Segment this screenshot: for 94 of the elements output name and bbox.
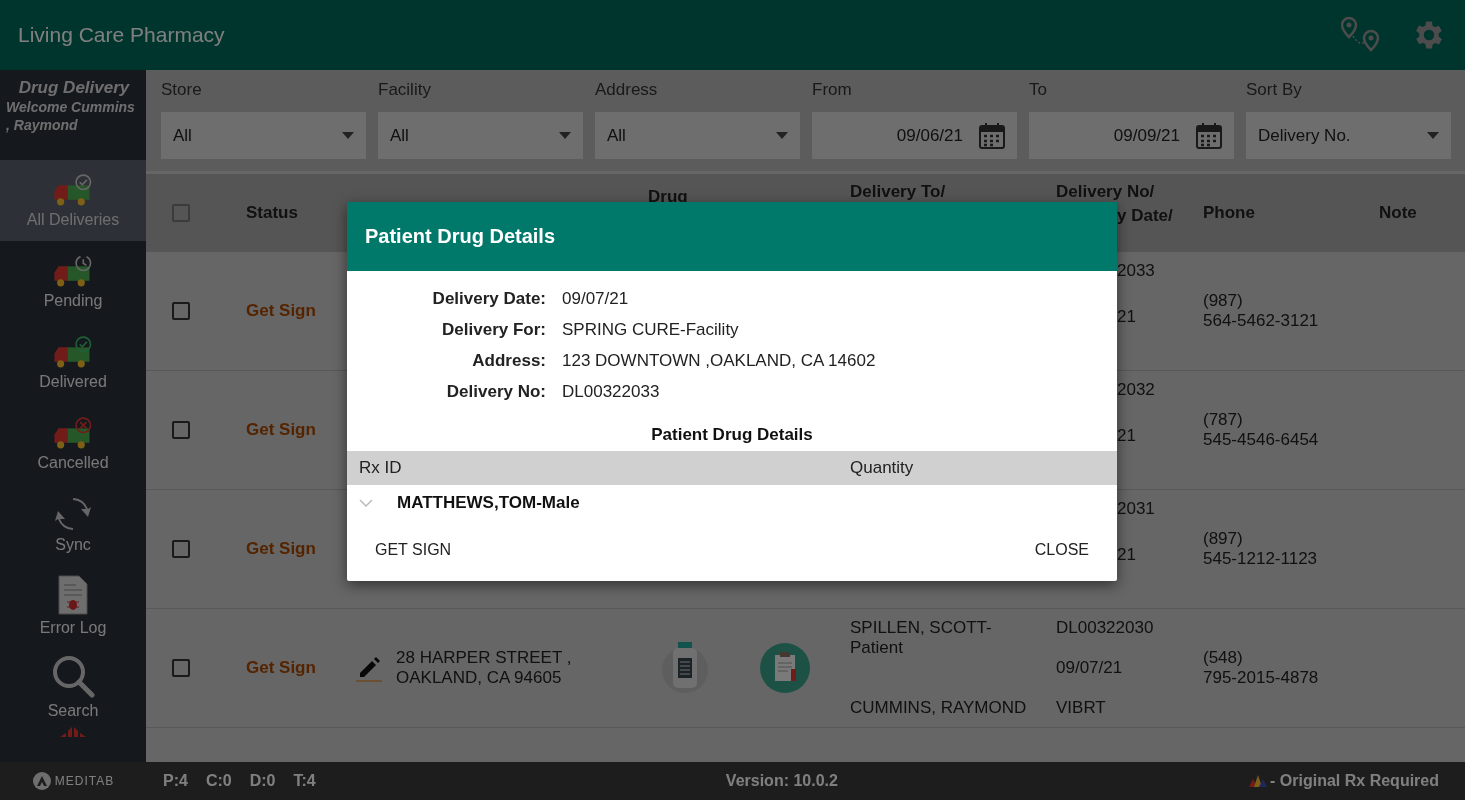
table-cell-text: VIBRT bbox=[1056, 698, 1107, 718]
field-label: Delivery Date: bbox=[431, 289, 546, 309]
filter-label: To bbox=[1029, 80, 1048, 100]
truck-icon bbox=[52, 415, 94, 450]
patient-name[interactable]: MATTHEWS,TOM-Male bbox=[397, 493, 580, 513]
field-value: 123 DOWNTOWN ,OAKLAND, CA 14602 bbox=[562, 351, 877, 371]
table-cell-text: 2031 bbox=[1117, 499, 1156, 519]
table-cell-text: DL00322030 bbox=[1056, 618, 1155, 638]
edit-icon[interactable] bbox=[356, 654, 382, 682]
sidebar-item[interactable]: All Deliveries bbox=[0, 160, 146, 241]
date-field[interactable]: 09/09/21 bbox=[1029, 112, 1234, 159]
bug-report-icon bbox=[57, 574, 89, 615]
section-title: Patient Drug Details bbox=[650, 424, 814, 446]
legend-label: - Original Rx Required bbox=[1270, 772, 1439, 790]
column-header: y Date/ bbox=[1116, 206, 1174, 226]
calendar-icon[interactable] bbox=[979, 122, 1005, 149]
caret-icon bbox=[559, 132, 571, 139]
dropdown-field[interactable]: All bbox=[161, 112, 366, 159]
table-cell-text: 21 bbox=[1117, 307, 1137, 328]
dropdown-field[interactable]: Delivery No. bbox=[1246, 112, 1451, 159]
count-label: D:0 bbox=[249, 772, 276, 790]
filter-label: From bbox=[812, 80, 853, 100]
caret-icon bbox=[776, 132, 788, 139]
count-label: C:0 bbox=[205, 772, 232, 790]
dropdown-field[interactable]: All bbox=[595, 112, 800, 159]
search-icon bbox=[51, 653, 95, 698]
field-label: Address: bbox=[471, 351, 546, 371]
sidebar-item[interactable]: Delivered bbox=[0, 322, 146, 403]
sidebar-item[interactable]: Search bbox=[0, 646, 146, 727]
caret-icon bbox=[1427, 132, 1439, 139]
pill-bottle-icon[interactable] bbox=[661, 642, 709, 694]
field-value: 09/07/21 bbox=[562, 289, 630, 309]
table-cell-text: 21 bbox=[1117, 426, 1137, 447]
truck-icon bbox=[52, 253, 94, 288]
brand-logo: MEDITAB bbox=[0, 771, 146, 791]
column-header: Delivery No/ bbox=[1056, 182, 1156, 202]
dialog-title: Patient Drug Details bbox=[347, 202, 1117, 271]
filter-label: Address bbox=[595, 80, 659, 100]
phone-cell-text: (548) 795-2015-4878 bbox=[1202, 648, 1320, 688]
truck-icon bbox=[52, 334, 94, 369]
sidebar-item[interactable]: Cancelled bbox=[0, 403, 146, 484]
filter-label: Facility bbox=[378, 80, 432, 100]
sidebar-item[interactable]: Error Log bbox=[0, 565, 146, 646]
get-sign-link[interactable]: Get Sign bbox=[220, 301, 340, 321]
welcome-text: Welcome Cummins , Raymond bbox=[6, 98, 136, 134]
phone-cell-text: (787) 545-4546-6454 bbox=[1202, 410, 1320, 450]
select-all-checkbox[interactable] bbox=[172, 204, 190, 222]
column-header: Phone bbox=[1202, 203, 1256, 223]
sidebar-title: Drug Delivery bbox=[17, 78, 131, 98]
table-cell-text: 21 bbox=[1117, 545, 1137, 566]
dropdown-field[interactable]: All bbox=[378, 112, 583, 159]
row-checkbox[interactable] bbox=[172, 540, 190, 558]
row-checkbox[interactable] bbox=[172, 302, 190, 320]
table-cell-text: SPILLEN, SCOTT-Patient bbox=[850, 618, 993, 658]
field-label: Delivery No: bbox=[445, 382, 546, 402]
clipboard-icon[interactable] bbox=[760, 643, 810, 693]
table-cell-text: 09/07/21 bbox=[1056, 658, 1124, 678]
phone-cell-text: (987) 564-5462-3121 bbox=[1202, 291, 1320, 331]
app-title: Living Care Pharmacy bbox=[18, 23, 226, 47]
filter-label: Sort By bbox=[1246, 80, 1303, 100]
get-sign-link[interactable]: Get Sign bbox=[220, 539, 340, 559]
table-cell-text: CUMMINS, RAYMOND bbox=[850, 698, 1028, 718]
row-checkbox[interactable] bbox=[172, 421, 190, 439]
column-header: Status bbox=[245, 203, 299, 223]
count-label: P:4 bbox=[163, 772, 188, 790]
caret-icon bbox=[342, 132, 354, 139]
table-cell-text: 2032 bbox=[1117, 380, 1156, 400]
column-header: Quantity bbox=[850, 458, 915, 478]
column-header: Note bbox=[1378, 203, 1418, 223]
column-header: Delivery To/ bbox=[849, 181, 947, 202]
dialog-button[interactable]: CLOSE bbox=[1020, 533, 1103, 567]
table-cell-text: 2033 bbox=[1117, 261, 1156, 281]
phone-cell-text: (897) 545-1212-1123 bbox=[1202, 529, 1319, 569]
date-field[interactable]: 09/06/21 bbox=[812, 112, 1017, 159]
calendar-icon[interactable] bbox=[1196, 122, 1222, 149]
sync-icon bbox=[55, 495, 91, 532]
row-checkbox[interactable] bbox=[172, 659, 190, 677]
address-cell: 28 HARPER STREET , OAKLAND, CA 94605 bbox=[396, 648, 572, 688]
truck-icon bbox=[52, 172, 94, 207]
column-header: Rx ID bbox=[359, 458, 403, 478]
version-label: Version: 10.0.2 bbox=[724, 772, 839, 790]
field-value: SPRING CURE-Facility bbox=[562, 320, 740, 340]
dialog-button[interactable]: GET SIGN bbox=[361, 533, 466, 567]
field-label: Delivery For: bbox=[441, 320, 546, 340]
count-label: T:4 bbox=[293, 772, 316, 790]
get-sign-link[interactable]: Get Sign bbox=[220, 658, 340, 678]
sidebar-item[interactable]: Sync bbox=[0, 484, 146, 565]
sidebar-icon[interactable] bbox=[58, 727, 88, 737]
chevron-icon[interactable] bbox=[359, 499, 373, 507]
filter-label: Store bbox=[161, 80, 203, 100]
triangles-icon bbox=[1248, 774, 1269, 788]
sidebar-item[interactable]: Pending bbox=[0, 241, 146, 322]
get-sign-link[interactable]: Get Sign bbox=[220, 420, 340, 440]
field-value: DL00322033 bbox=[562, 382, 661, 402]
